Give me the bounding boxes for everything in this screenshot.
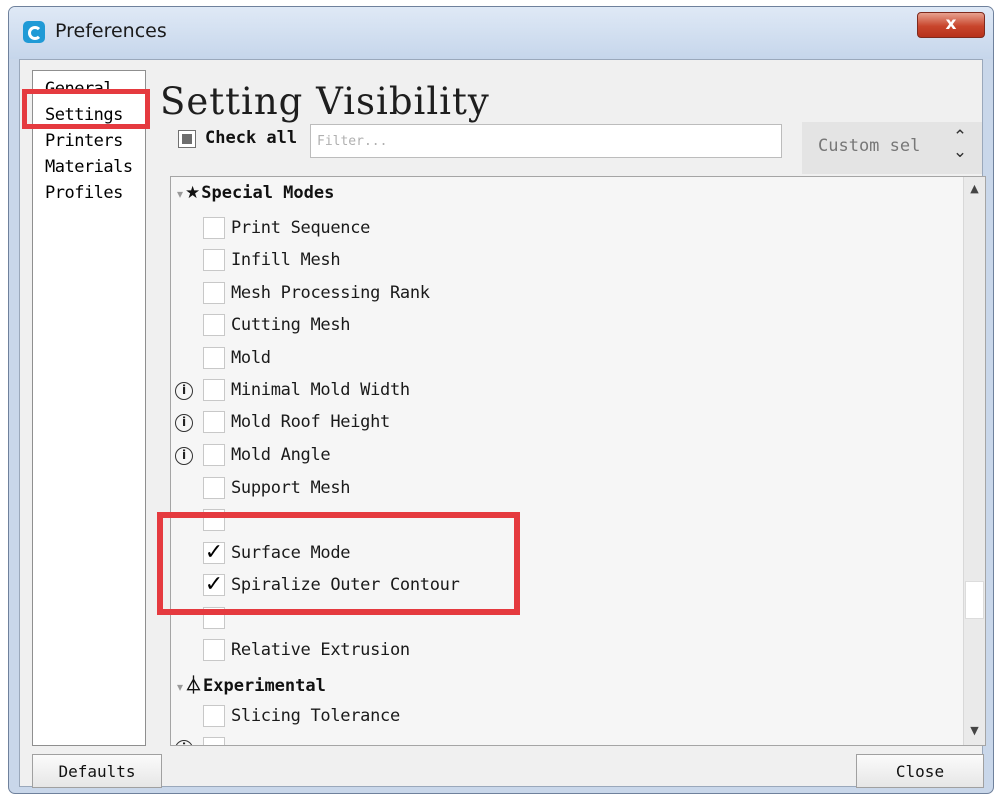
collapse-arrow-icon: ▾ — [177, 187, 184, 201]
check-all-label[interactable]: Check all — [205, 128, 297, 148]
list-item: Mold — [171, 344, 961, 376]
window-title: Preferences — [55, 20, 167, 42]
visibility-checkbox[interactable] — [203, 639, 225, 661]
list-item: ✓ Surface Mode — [171, 539, 961, 571]
visibility-checkbox[interactable] — [203, 314, 225, 336]
settings-list-panel[interactable]: ▾ ★Special Modes Print Sequence Infill Me… — [170, 176, 986, 746]
setting-label: Print Sequence — [231, 218, 371, 238]
visibility-checkbox[interactable] — [203, 379, 225, 401]
cura-app-icon — [23, 21, 45, 43]
nav-item-materials[interactable]: Materials — [45, 157, 133, 177]
list-scrollbar[interactable]: ▲ ▼ — [963, 177, 985, 745]
visibility-checkbox[interactable] — [203, 705, 225, 727]
section-label: Special Modes — [201, 183, 335, 203]
close-button[interactable]: Close — [856, 754, 984, 788]
nav-item-profiles[interactable]: Profiles — [45, 183, 123, 203]
nav-item-printers[interactable]: Printers — [45, 131, 123, 151]
visibility-checkbox[interactable] — [203, 607, 225, 629]
settings-highlight-box — [22, 89, 150, 129]
defaults-button[interactable]: Defaults — [32, 754, 162, 788]
setting-label: Surface Mode — [231, 543, 351, 563]
check-all-checkbox[interactable] — [178, 130, 196, 148]
setting-label: Minimal Mold Width — [231, 380, 410, 400]
list-item: i Minimal Mold Width — [171, 376, 961, 408]
visibility-checkbox[interactable]: ✓ — [203, 542, 225, 564]
setting-label: Spiralize Outer Contour — [231, 575, 460, 595]
list-item: Relative Extrusion — [171, 636, 961, 668]
setting-label: Relative Extrusion — [231, 640, 410, 660]
title-bar[interactable]: Preferences x — [9, 7, 993, 59]
setting-label: Mold Roof Height — [231, 412, 390, 432]
star-icon: ★ — [185, 183, 201, 203]
setting-label: Slicing Tolerance — [231, 706, 400, 726]
window-close-button[interactable]: x — [917, 12, 985, 38]
preferences-window: Preferences x General Settings Printers … — [8, 6, 994, 794]
info-icon[interactable]: i — [175, 414, 193, 432]
visibility-checkbox[interactable] — [203, 217, 225, 239]
list-item-obscured — [171, 506, 961, 538]
info-icon[interactable]: i — [175, 447, 193, 465]
section-experimental[interactable]: ▾ ⏃Experimental — [177, 671, 326, 701]
preset-select-value: Custom sel — [818, 136, 921, 156]
scroll-down-arrow-icon[interactable]: ▼ — [964, 721, 985, 741]
scroll-up-arrow-icon[interactable]: ▲ — [964, 179, 985, 199]
collapse-arrow-icon: ▾ — [177, 680, 184, 694]
visibility-checkbox[interactable] — [203, 737, 225, 745]
visibility-checkbox[interactable] — [203, 477, 225, 499]
list-item-obscured — [171, 604, 961, 636]
list-item: i Mold Angle — [171, 441, 961, 473]
list-item: Support Mesh — [171, 474, 961, 506]
setting-label: Mold — [231, 348, 271, 368]
list-item: Slicing Tolerance — [171, 702, 961, 734]
visibility-preset-select[interactable]: Custom sel ⌃ ⌄ — [802, 122, 982, 174]
scrollbar-thumb[interactable] — [965, 581, 984, 619]
setting-label: Mesh Processing Rank — [231, 283, 430, 303]
visibility-checkbox[interactable] — [203, 282, 225, 304]
list-item: Cutting Mesh — [171, 311, 961, 343]
list-item: ✓ Spiralize Outer Contour — [171, 571, 961, 603]
setting-label: Support Mesh — [231, 478, 351, 498]
visibility-checkbox[interactable] — [203, 249, 225, 271]
list-item: Mesh Processing Rank — [171, 279, 961, 311]
section-label: Experimental — [203, 676, 326, 696]
dialog-body: General Settings Printers Materials Prof… — [19, 59, 986, 788]
setting-label: Infill Mesh — [231, 250, 341, 270]
section-special-modes[interactable]: ▾ ★Special Modes — [177, 183, 334, 213]
up-down-chevron-icon: ⌃ ⌄ — [952, 127, 968, 162]
list-item: i Mold Roof Height — [171, 408, 961, 440]
list-item: Print Sequence — [171, 214, 961, 246]
visibility-checkbox[interactable]: ✓ — [203, 574, 225, 596]
flask-icon: ⏃ — [185, 676, 203, 696]
setting-label: Mold Angle — [231, 445, 331, 465]
visibility-checkbox[interactable] — [203, 444, 225, 466]
page-title: Setting Visibility — [160, 80, 490, 123]
preferences-nav: General Settings Printers Materials Prof… — [32, 70, 146, 746]
info-icon[interactable]: i — [175, 740, 193, 745]
visibility-checkbox[interactable] — [203, 411, 225, 433]
list-item: Infill Mesh — [171, 246, 961, 278]
setting-label: Cutting Mesh — [231, 315, 351, 335]
info-icon[interactable]: i — [175, 382, 193, 400]
visibility-checkbox[interactable] — [203, 347, 225, 369]
filter-input[interactable] — [310, 124, 782, 158]
list-item-partial: i — [171, 734, 961, 745]
visibility-checkbox[interactable] — [203, 509, 225, 531]
